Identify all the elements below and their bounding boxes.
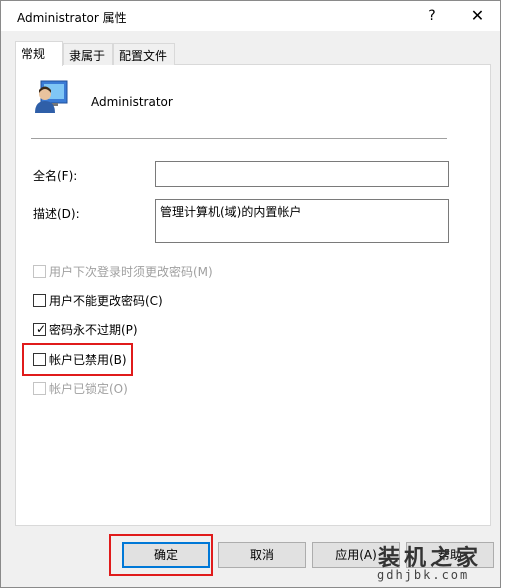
checkbox-label: 用户下次登录时须更改密码(M)	[49, 264, 213, 279]
checkbox-label: 帐户已锁定(O)	[49, 381, 128, 396]
properties-dialog: Administrator 属性 ? ✕ 常规 隶属于 配置文件 Adminis…	[0, 0, 501, 588]
tab-member-of[interactable]: 隶属于	[63, 43, 113, 65]
checkbox-must-change-password[interactable]: 用户下次登录时须更改密码(M)	[33, 263, 213, 279]
checkbox-box[interactable]	[33, 381, 46, 395]
cancel-button[interactable]: 取消	[218, 542, 306, 568]
help-icon[interactable]: ?	[409, 1, 455, 31]
fullname-label: 全名(F):	[33, 169, 78, 183]
watermark-url: gdhjbk.com	[377, 568, 470, 582]
description-label: 描述(D):	[33, 207, 80, 221]
checkbox-box[interactable]: ✓	[33, 321, 47, 336]
title-bar: Administrator 属性 ? ✕	[1, 1, 500, 31]
fullname-field[interactable]	[155, 161, 449, 187]
description-field[interactable]: 管理计算机(域)的内置帐户	[155, 199, 449, 243]
checkbox-password-never-expires[interactable]: ✓ 密码永不过期(P)	[33, 321, 138, 337]
divider	[31, 138, 447, 139]
checkbox-box[interactable]	[33, 264, 46, 278]
user-icon	[35, 80, 68, 113]
tab-profile[interactable]: 配置文件	[113, 43, 175, 65]
check-icon: ✓	[36, 321, 47, 336]
highlight-box-account-disabled	[22, 343, 133, 376]
checkbox-account-locked[interactable]: 帐户已锁定(O)	[33, 380, 128, 396]
checkbox-box[interactable]	[33, 293, 46, 307]
checkbox-label: 用户不能更改密码(C)	[49, 293, 163, 308]
highlight-box-ok-button	[109, 534, 213, 576]
close-icon[interactable]: ✕	[455, 1, 500, 31]
checkbox-label: 密码永不过期(P)	[49, 322, 138, 337]
window-title: Administrator 属性	[17, 11, 127, 25]
checkbox-cannot-change-password[interactable]: 用户不能更改密码(C)	[33, 292, 163, 308]
username: Administrator	[91, 95, 173, 109]
tab-general[interactable]: 常规	[15, 41, 63, 66]
